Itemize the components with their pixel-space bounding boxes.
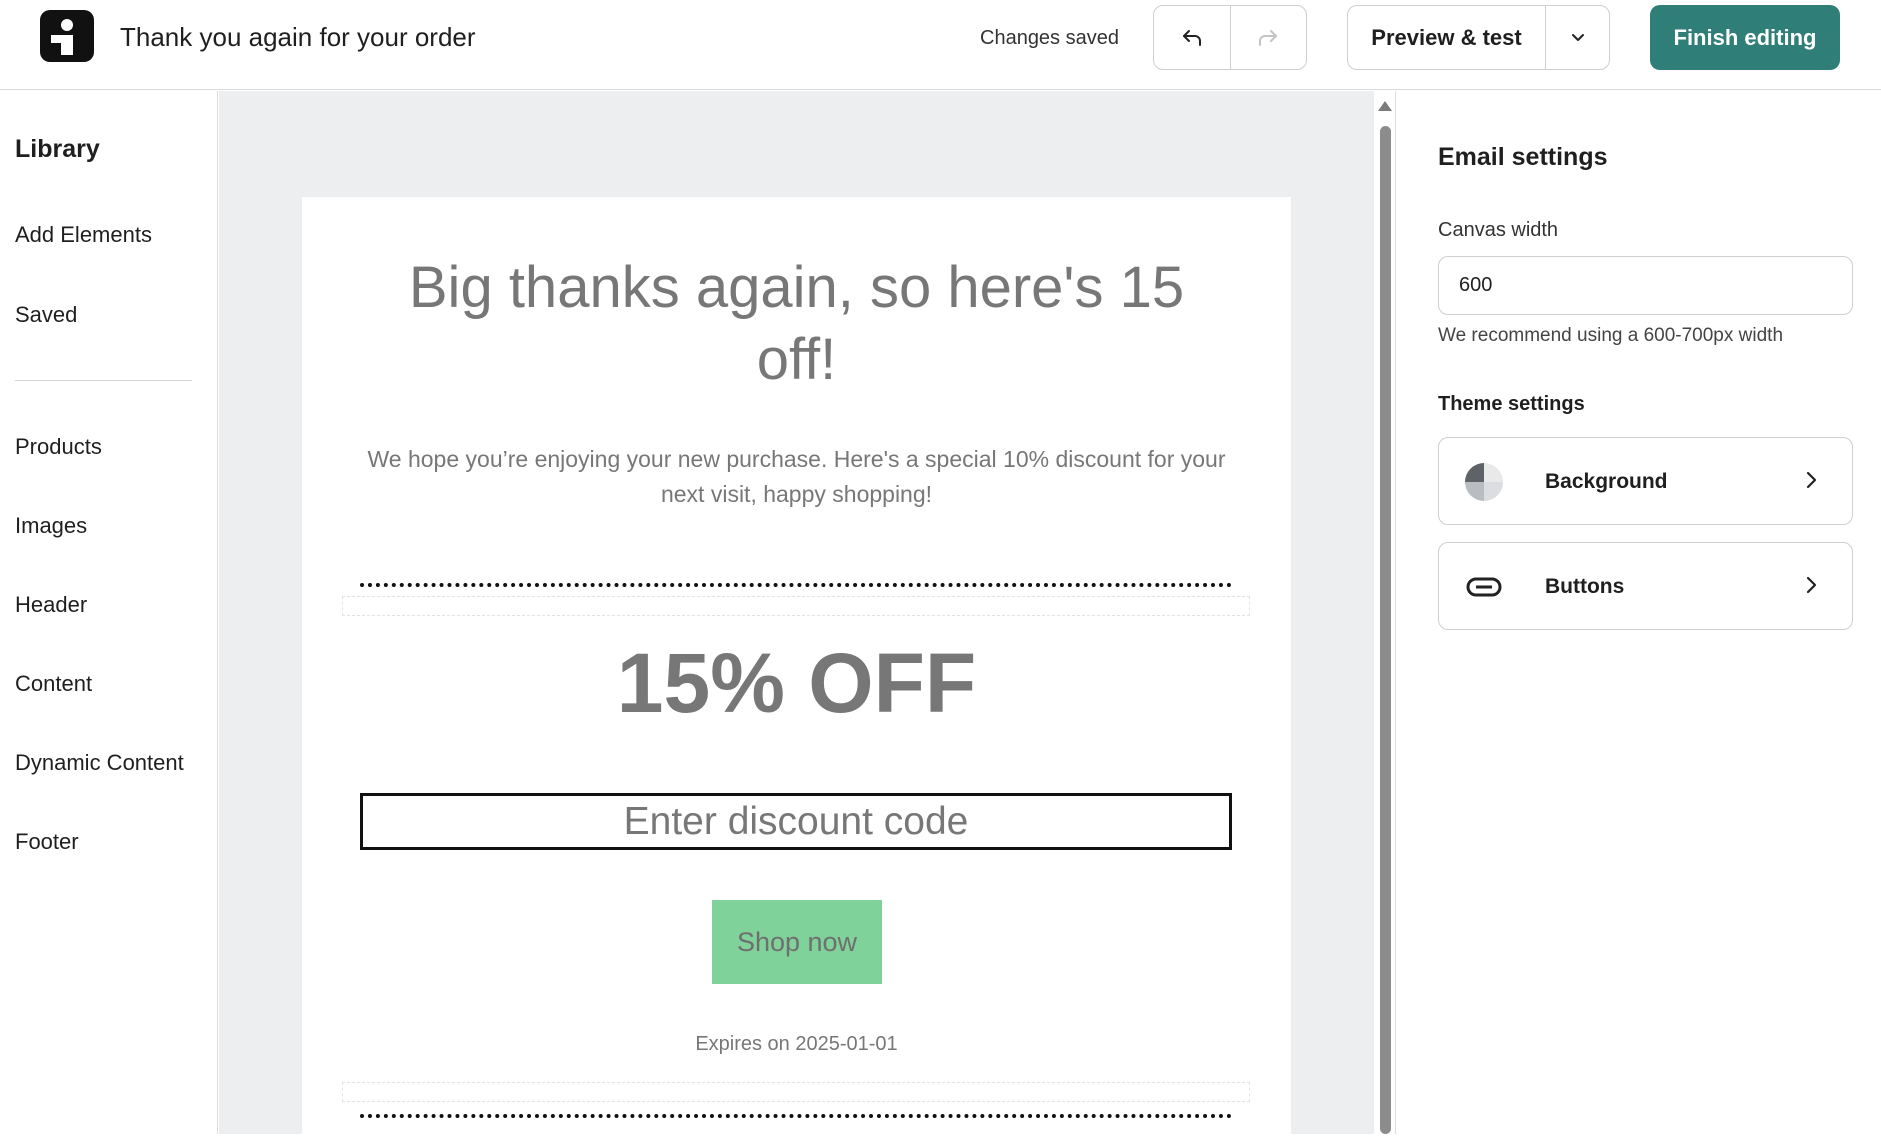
theme-item-background[interactable]: Background bbox=[1438, 437, 1853, 525]
email-title[interactable]: Thank you again for your order bbox=[120, 22, 476, 53]
discount-code-box[interactable]: Enter discount code bbox=[360, 793, 1232, 850]
redo-button[interactable] bbox=[1229, 6, 1307, 69]
sidebar-item-header[interactable]: Header bbox=[15, 592, 87, 618]
chevron-down-icon bbox=[1571, 33, 1584, 41]
preview-test-button[interactable]: Preview & test bbox=[1348, 6, 1545, 69]
spacer-block[interactable] bbox=[342, 596, 1250, 616]
theme-item-buttons[interactable]: Buttons bbox=[1438, 542, 1853, 630]
dotted-divider[interactable] bbox=[360, 583, 1232, 587]
library-sidebar: Library Add Elements Saved Products Imag… bbox=[0, 91, 218, 1134]
chevron-right-icon bbox=[1806, 471, 1817, 489]
email-headline[interactable]: Big thanks again, so here's 15 off! bbox=[362, 252, 1231, 396]
background-pie-icon bbox=[1465, 463, 1503, 501]
finish-editing-button[interactable]: Finish editing bbox=[1650, 5, 1840, 70]
email-body: Big thanks again, so here's 15 off! We h… bbox=[302, 197, 1291, 1147]
background-label: Background bbox=[1545, 470, 1668, 493]
buttons-label: Buttons bbox=[1545, 575, 1625, 598]
scrollbar-thumb[interactable] bbox=[1380, 126, 1391, 1134]
top-bar: Thank you again for your order Changes s… bbox=[0, 0, 1881, 90]
chevron-right-icon bbox=[1806, 576, 1817, 594]
history-controls bbox=[1153, 5, 1307, 70]
settings-title: Email settings bbox=[1438, 143, 1608, 171]
sidebar-item-dynamic-content[interactable]: Dynamic Content bbox=[15, 750, 184, 776]
shop-now-button[interactable]: Shop now bbox=[712, 900, 882, 984]
canvas-width-input[interactable] bbox=[1438, 256, 1853, 315]
sidebar-item-products[interactable]: Products bbox=[15, 434, 102, 460]
library-title: Library bbox=[15, 135, 100, 163]
canvas-width-hint: We recommend using a 600-700px width bbox=[1438, 325, 1784, 346]
preview-options-button[interactable] bbox=[1545, 6, 1609, 69]
sidebar-item-add-elements[interactable]: Add Elements bbox=[15, 222, 152, 248]
redo-icon bbox=[1259, 29, 1278, 46]
email-settings-panel: Email settings Canvas width We recommend… bbox=[1397, 91, 1881, 1134]
expiry-text[interactable]: Expires on 2025-01-01 bbox=[302, 1033, 1291, 1056]
theme-settings-label: Theme settings bbox=[1438, 393, 1585, 415]
sidebar-item-footer[interactable]: Footer bbox=[15, 829, 79, 855]
dotted-divider[interactable] bbox=[360, 1114, 1232, 1118]
app-logo-icon[interactable] bbox=[40, 10, 94, 62]
sidebar-divider bbox=[15, 380, 192, 381]
save-status: Changes saved bbox=[980, 27, 1119, 49]
sidebar-item-images[interactable]: Images bbox=[15, 513, 87, 539]
offer-headline[interactable]: 15% OFF bbox=[302, 635, 1291, 731]
undo-button[interactable] bbox=[1154, 6, 1230, 69]
canvas-scrollbar[interactable] bbox=[1374, 91, 1396, 1134]
button-pill-icon bbox=[1466, 577, 1502, 597]
email-canvas: Big thanks again, so here's 15 off! We h… bbox=[219, 91, 1374, 1147]
undo-icon bbox=[1182, 29, 1201, 46]
scroll-up-icon[interactable] bbox=[1378, 101, 1392, 111]
sidebar-item-saved[interactable]: Saved bbox=[15, 302, 77, 328]
spacer-block[interactable] bbox=[342, 1082, 1250, 1102]
email-intro-text[interactable]: We hope you’re enjoying your new purchas… bbox=[352, 442, 1241, 512]
preview-controls: Preview & test bbox=[1347, 5, 1610, 70]
canvas-width-label: Canvas width bbox=[1438, 219, 1559, 241]
sidebar-item-content[interactable]: Content bbox=[15, 671, 92, 697]
